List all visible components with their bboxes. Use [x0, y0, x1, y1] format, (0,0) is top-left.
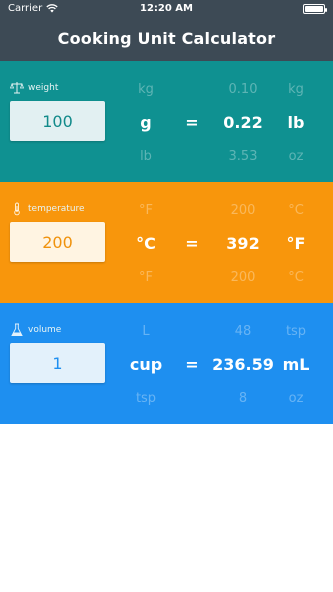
temperature-from-unit-next[interactable]: °F: [116, 270, 176, 285]
temperature-result-prev: 200: [230, 203, 256, 218]
weight-result-prev: 0.10: [228, 82, 258, 97]
weight-from-unit-next[interactable]: lb: [116, 149, 176, 164]
temperature-result: 392: [226, 234, 260, 253]
temperature-input[interactable]: [10, 222, 105, 262]
temperature-label: temperature: [28, 204, 85, 214]
weight-to-unit-next[interactable]: oz: [266, 149, 326, 164]
volume-from-unit-next[interactable]: tsp: [116, 391, 176, 406]
volume-from-unit-prev[interactable]: L: [116, 324, 176, 339]
volume-to-unit-prev[interactable]: tsp: [266, 324, 326, 339]
weight-result: 0.22: [223, 113, 263, 132]
volume-section: volume L cup tsp = 48 236.59 8 tsp mL oz: [0, 303, 333, 424]
empty-area: [0, 424, 333, 592]
volume-label-row: volume: [10, 323, 61, 337]
temperature-label-row: temperature: [10, 202, 85, 216]
temperature-section: temperature °F °C °F = 200 392 200 °C °F…: [0, 182, 333, 303]
volume-result-next: 8: [238, 391, 248, 406]
app-title: Cooking Unit Calculator: [57, 29, 276, 48]
status-bar: Carrier 12:20 AM: [0, 3, 333, 17]
volume-to-unit[interactable]: mL: [266, 355, 326, 374]
temperature-to-unit-prev[interactable]: °C: [266, 203, 326, 218]
volume-result-prev: 48: [234, 324, 252, 339]
weight-to-unit-prev[interactable]: kg: [266, 82, 326, 97]
temperature-result-next: 200: [230, 270, 256, 285]
thermometer-icon: [14, 202, 20, 216]
volume-result: 236.59: [212, 355, 274, 374]
volume-to-unit-next[interactable]: oz: [266, 391, 326, 406]
weight-input[interactable]: [10, 101, 105, 141]
volume-label: volume: [28, 325, 62, 335]
battery-icon: [303, 4, 327, 14]
scale-icon: [10, 82, 24, 94]
app-header: Carrier 12:20 AM Cooking Unit Calculator: [0, 0, 333, 61]
weight-label-row: weight: [10, 81, 58, 95]
weight-label: weight: [28, 83, 59, 93]
status-time: 12:20 AM: [139, 3, 193, 14]
weight-from-unit-prev[interactable]: kg: [116, 82, 176, 97]
weight-result-next: 3.53: [228, 149, 258, 164]
weight-section: weight kg g lb = 0.10 0.22 3.53 kg lb oz: [0, 61, 333, 182]
flask-icon: [11, 323, 23, 336]
temperature-from-unit-prev[interactable]: °F: [116, 203, 176, 218]
temperature-to-unit[interactable]: °F: [266, 234, 326, 253]
weight-to-unit[interactable]: lb: [266, 113, 326, 132]
volume-input[interactable]: [10, 343, 105, 383]
temperature-to-unit-next[interactable]: °C: [266, 270, 326, 285]
